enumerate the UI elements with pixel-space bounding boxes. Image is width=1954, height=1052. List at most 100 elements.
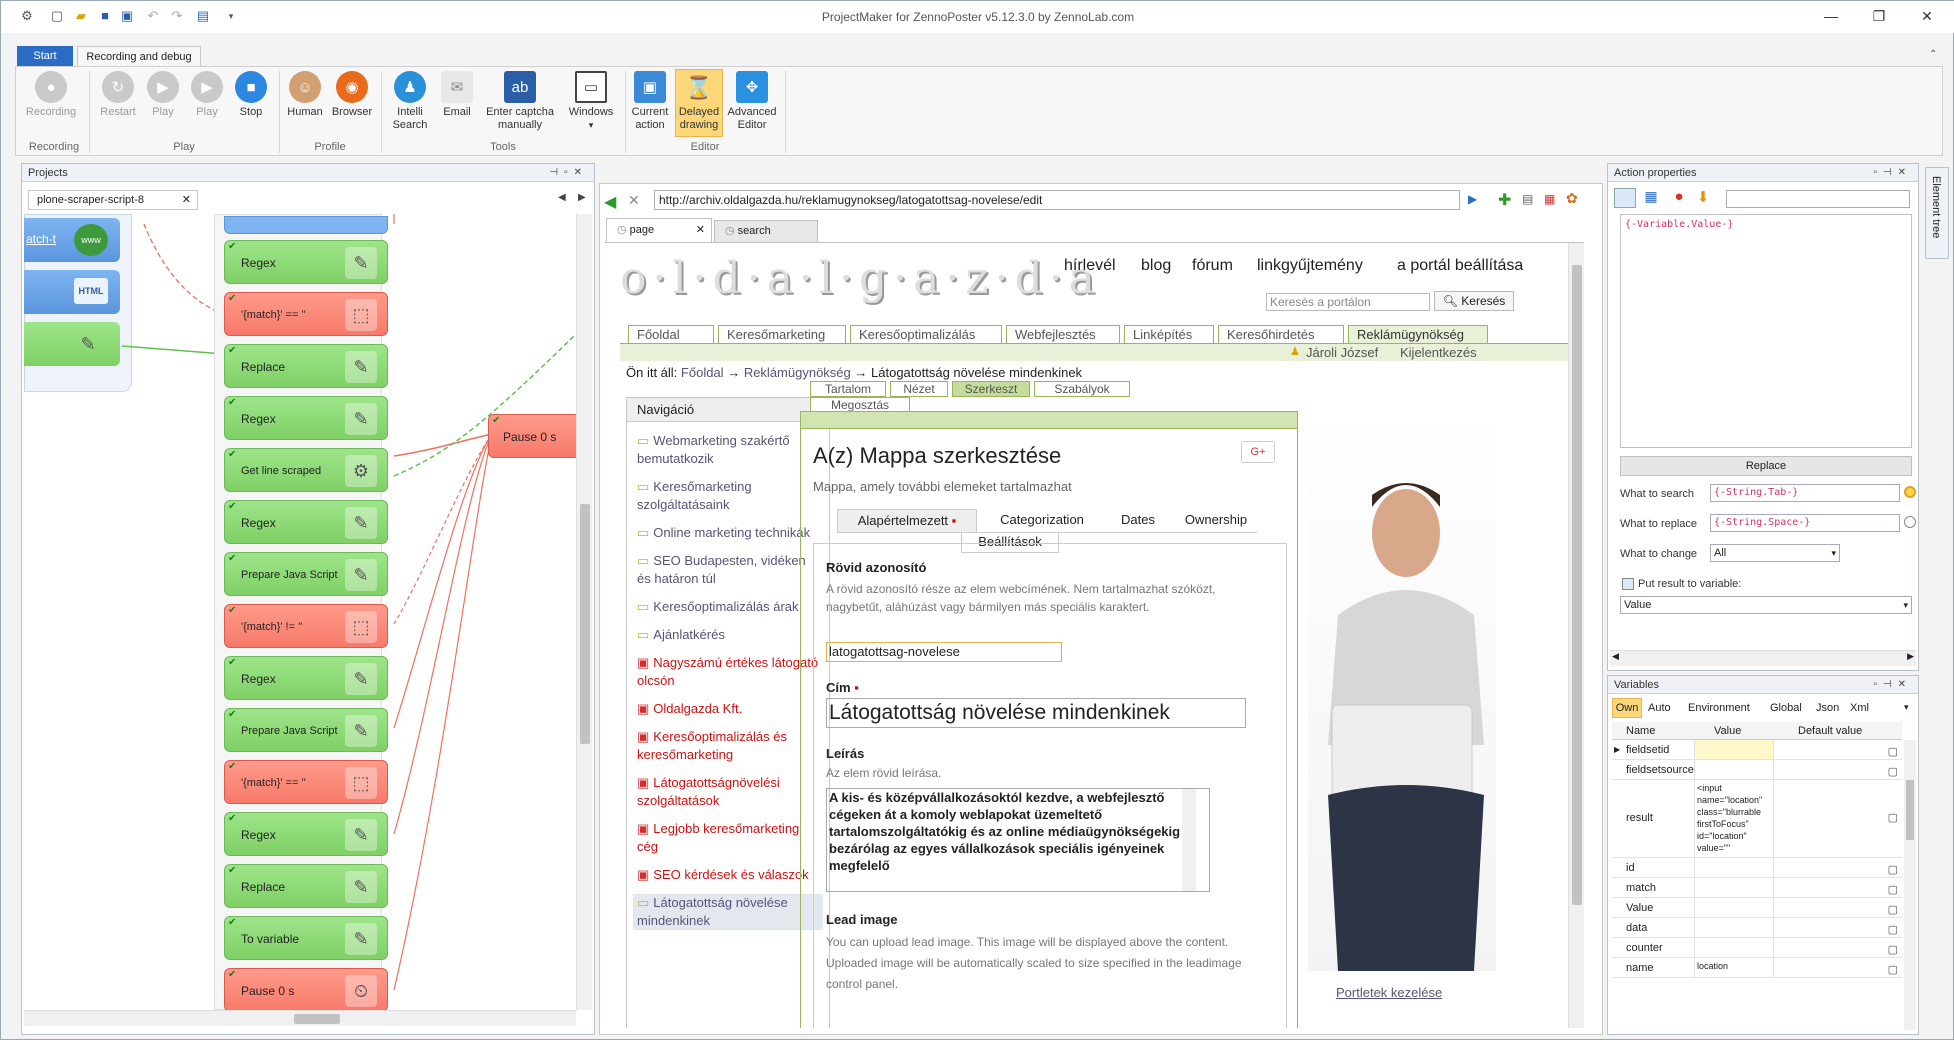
panel-buttons[interactable]: ▫⊣✕: [1873, 164, 1912, 182]
restart-button[interactable]: ↻ Restart: [93, 71, 143, 119]
download-icon[interactable]: ⬇: [1692, 188, 1714, 208]
value-editor[interactable]: {-Variable.Value-}: [1620, 214, 1912, 448]
variable-value[interactable]: [1694, 760, 1774, 779]
node-item[interactable]: ✔ Replace ✎: [224, 864, 388, 908]
nav-item[interactable]: ▭ Online marketing technikák: [637, 524, 819, 542]
minimize-icon[interactable]: —: [1811, 5, 1851, 27]
form-tab-dates[interactable]: Dates: [1107, 509, 1169, 533]
copy-icon[interactable]: ▢: [1888, 860, 1898, 880]
nav-item[interactable]: ▭ Keresőoptimalizálás árak: [637, 598, 819, 616]
variable-row[interactable]: Value ▢: [1612, 898, 1902, 918]
copy-icon[interactable]: ▢: [1888, 742, 1898, 762]
url-field[interactable]: http://archiv.oldalgazda.hu/reklamugynok…: [654, 190, 1460, 210]
portlets-link[interactable]: Portletek kezelése: [1336, 985, 1442, 1000]
textarea-scrollbar[interactable]: [1182, 789, 1196, 891]
close-icon[interactable]: ✕: [1907, 5, 1947, 27]
enter-captcha-button[interactable]: ab Enter captcha manually: [479, 71, 561, 132]
form-tab-default[interactable]: Alapértelmezett ▪: [837, 509, 977, 533]
site-search-input[interactable]: Keresés a portálon: [1266, 293, 1430, 311]
edit-tab-szabalyok[interactable]: Szabályok: [1034, 381, 1130, 397]
panel-buttons[interactable]: ⊣▫✕: [549, 164, 588, 182]
variable-row[interactable]: ▶ fieldsetid ▢: [1612, 740, 1902, 760]
project-tab[interactable]: plone-scraper-script-8 ✕: [28, 190, 198, 210]
radio-off-icon[interactable]: [1904, 516, 1916, 528]
gplus-button[interactable]: G+: [1241, 441, 1275, 463]
nav-item[interactable]: ▭ SEO Budapesten, vidéken és határon túl: [637, 552, 819, 588]
node-item[interactable]: ✔ Regex ✎: [224, 812, 388, 856]
node-item[interactable]: ✔ Replace ✎: [224, 344, 388, 388]
description-textarea[interactable]: A kis- és középvállalkozásoktól kezdve, …: [826, 788, 1210, 892]
variable-row[interactable]: fieldsetsource ▢: [1612, 760, 1902, 780]
node-item[interactable]: ✔ To variable ✎: [224, 916, 388, 960]
variable-value[interactable]: [1694, 740, 1774, 759]
user-name[interactable]: Jároli József: [1306, 345, 1378, 360]
logout-link[interactable]: Kijelentkezés: [1400, 345, 1477, 360]
copy-icon[interactable]: ▢: [1888, 940, 1898, 960]
restore-icon[interactable]: ❐: [1859, 5, 1899, 27]
browser-button[interactable]: ◉ Browser: [327, 71, 377, 119]
nav-item[interactable]: ▭ Ajánlatkérés: [637, 626, 819, 644]
browser-tab-search[interactable]: ◷ search: [714, 220, 818, 242]
node-item[interactable]: ✔ Prepare Java Script ✎: [224, 552, 388, 596]
top-link-blog[interactable]: blog: [1141, 257, 1171, 275]
main-tab-keresomarketing[interactable]: Keresőmarketing: [718, 325, 846, 343]
variable-value[interactable]: [1694, 938, 1774, 957]
form-tab-ownership[interactable]: Ownership: [1171, 509, 1261, 533]
put-result-checkbox[interactable]: [1622, 578, 1634, 590]
top-link-newsletter[interactable]: hírlevél: [1064, 257, 1116, 275]
cookie-icon[interactable]: ✿: [1566, 190, 1578, 207]
recording-button[interactable]: ● Recording: [21, 71, 81, 119]
view-icon[interactable]: [1614, 188, 1636, 208]
scroll-right-icon[interactable]: ▶: [1907, 651, 1914, 662]
copy-icon[interactable]: ▢: [1888, 960, 1898, 980]
node-item[interactable]: ✔ Regex ✎: [224, 396, 388, 440]
copy-icon[interactable]: ▢: [1888, 900, 1898, 920]
main-tab-linkepites[interactable]: Linképítés: [1124, 325, 1214, 343]
current-action-button[interactable]: ▣ Current action: [627, 71, 673, 132]
node-item[interactable]: ✔ Regex ✎: [224, 656, 388, 700]
site-logo[interactable]: o·l·d·a·l·g·a·z·d·a: [620, 253, 1101, 304]
email-button[interactable]: ✉ Email: [435, 71, 479, 119]
element-tree-side-tab[interactable]: Element tree: [1925, 167, 1949, 259]
human-button[interactable]: ☺ Human: [283, 71, 327, 119]
add-tab-icon[interactable]: ✚: [1498, 190, 1511, 210]
action-name-button[interactable]: Replace: [1620, 456, 1912, 476]
variable-value[interactable]: <input name="location" class="blurrable …: [1694, 780, 1774, 857]
vertical-scroll-thumb[interactable]: [580, 504, 590, 744]
advanced-editor-button[interactable]: ✥ Advanced Editor: [723, 71, 781, 132]
vertical-scrollbar[interactable]: [576, 214, 592, 1010]
pause-node-right[interactable]: ✔ Pause 0 s: [488, 414, 576, 458]
stop-button[interactable]: ■ Stop: [229, 71, 273, 119]
doc-icon[interactable]: ▦: [1640, 188, 1662, 208]
tab-scroll-right-icon[interactable]: ▶: [578, 192, 586, 203]
browser-tab-page[interactable]: ◷ page ✕: [606, 218, 712, 242]
change-select[interactable]: All ▾: [1710, 544, 1840, 562]
search-value-input[interactable]: {-String.Tab-}: [1710, 484, 1900, 502]
variable-row[interactable]: counter ▢: [1612, 938, 1902, 958]
copy-icon[interactable]: ▢: [1888, 808, 1898, 828]
variable-row[interactable]: result <input name="location" class="blur…: [1612, 780, 1902, 858]
site-search-button[interactable]: 🔍︎ Keresés: [1434, 291, 1514, 311]
main-tab-keresohirdetes[interactable]: Keresőhirdetés: [1218, 325, 1344, 343]
record-icon[interactable]: ●: [1668, 188, 1690, 208]
main-tab-fooldal[interactable]: Főoldal: [628, 325, 714, 343]
nav-item[interactable]: ▣ Látogatottságnövelési szolgáltatások: [637, 774, 819, 810]
node-item[interactable]: ✔ Regex ✎: [224, 500, 388, 544]
tab-recording-and-debug[interactable]: Recording and debug: [77, 46, 201, 66]
top-link-links[interactable]: linkgyűjtemény: [1257, 257, 1363, 275]
var-tab-environment[interactable]: Environment: [1688, 698, 1750, 718]
tab-start[interactable]: Start: [17, 46, 73, 66]
page-scrollbar[interactable]: [1568, 243, 1584, 1028]
close-tab-icon[interactable]: ✕: [182, 191, 191, 209]
nav-item[interactable]: ▭ Webmarketing szakértő bemutatkozik: [637, 432, 819, 468]
node-item[interactable]: ✔ Regex ✎: [224, 240, 388, 284]
main-tab-webfejlesztes[interactable]: Webfejlesztés: [1006, 325, 1120, 343]
variable-row[interactable]: name location ▢: [1612, 958, 1902, 978]
edit-tab-szerkeszt[interactable]: Szerkeszt: [952, 381, 1030, 397]
project-canvas[interactable]: atch-t www HTML ✎ ✔ Pause 0 s ✔ Regex ✎ ✔ '{…: [24, 214, 576, 1010]
var-tab-auto[interactable]: Auto: [1648, 698, 1671, 718]
shortid-input[interactable]: latogatottsag-novelese: [826, 642, 1062, 662]
node-top[interactable]: [224, 216, 388, 234]
variable-value[interactable]: [1694, 878, 1774, 897]
scroll-left-icon[interactable]: ◀: [1612, 651, 1619, 662]
